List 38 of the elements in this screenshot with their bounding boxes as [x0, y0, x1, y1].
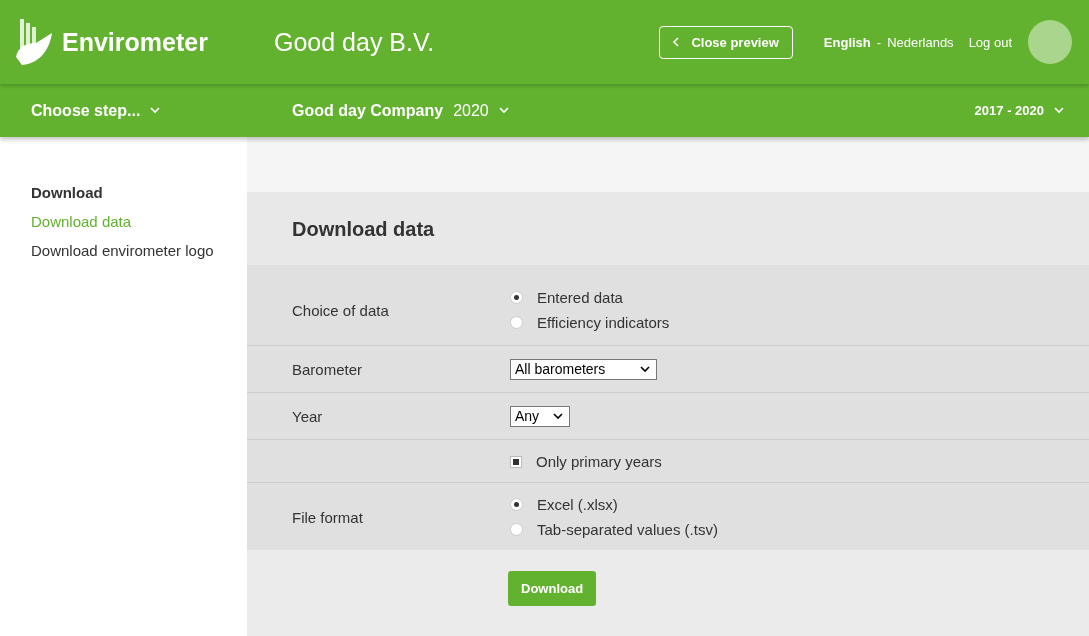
- sidebar-heading: Download: [31, 184, 104, 201]
- field-label: File format: [292, 508, 364, 526]
- radio-label: Tab-separated values (.tsv): [537, 521, 718, 538]
- chevron-down-icon: [553, 412, 564, 420]
- chevron-down-icon: [498, 107, 509, 114]
- radio-button[interactable]: [510, 316, 523, 329]
- chevron-down-icon: [640, 365, 650, 373]
- period-selector[interactable]: 2017 - 2020: [974, 103, 1064, 118]
- logout-link[interactable]: Log out: [968, 34, 1012, 50]
- form-title: Download data: [247, 192, 1089, 265]
- language-link[interactable]: English: [823, 34, 871, 50]
- logo-text: Envirometer: [62, 27, 208, 57]
- separator: -: [876, 34, 882, 50]
- dropdown[interactable]: Any: [510, 406, 571, 427]
- hand-logo-icon: [16, 19, 54, 65]
- radio-button[interactable]: [510, 291, 523, 304]
- company-title: Good day B.V.: [274, 27, 436, 57]
- checkbox[interactable]: [510, 455, 522, 468]
- sidebar-link[interactable]: Download envirometer logo: [31, 242, 247, 259]
- field-label: Barometer: [292, 361, 364, 378]
- field-label: Choice of data: [292, 301, 390, 319]
- checkbox-label: Only primary years: [536, 453, 662, 470]
- radio-label: Entered data: [537, 289, 623, 306]
- language-link[interactable]: Nederlands: [887, 34, 954, 50]
- close-preview-button[interactable]: Close preview: [659, 25, 793, 59]
- radio-label: Excel (.xlsx): [537, 496, 618, 513]
- field-label: Year: [292, 408, 324, 425]
- company-selector[interactable]: Good day Company 2020: [292, 101, 975, 120]
- sidebar-link[interactable]: Download data: [31, 213, 247, 230]
- radio-button[interactable]: [510, 498, 523, 511]
- chevron-down-icon: [1054, 107, 1064, 114]
- chevron-down-icon: [150, 107, 161, 114]
- dropdown[interactable]: All barometers: [510, 359, 657, 380]
- step-menu[interactable]: Choose step...: [31, 101, 292, 120]
- radio-label: Efficiency indicators: [537, 314, 670, 331]
- download-button[interactable]: Download: [508, 571, 597, 606]
- chevron-left-icon: [673, 37, 680, 47]
- radio-button[interactable]: [510, 523, 523, 536]
